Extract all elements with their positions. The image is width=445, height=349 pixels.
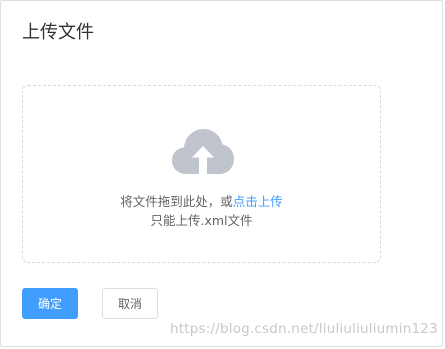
drag-hint-text: 将文件拖到此处，或 [120,194,233,209]
cancel-button[interactable]: 取消 [102,288,158,319]
dialog-title: 上传文件 [22,22,94,43]
confirm-button[interactable]: 确定 [22,288,78,319]
watermark-text: https://blog.csdn.net/liuliuliuliumin123 [170,321,438,337]
file-type-hint: 只能上传.xml文件 [150,213,253,228]
cloud-upload-icon [172,129,234,174]
upload-dialog: 上传文件 将文件拖到此处，或点击上传 只能上传.xml文件 确定 取消 [0,0,443,347]
upload-dropzone[interactable]: 将文件拖到此处，或点击上传 只能上传.xml文件 [22,85,381,263]
click-upload-link[interactable]: 点击上传 [233,194,283,209]
upload-prompt: 将文件拖到此处，或点击上传 [23,194,380,210]
